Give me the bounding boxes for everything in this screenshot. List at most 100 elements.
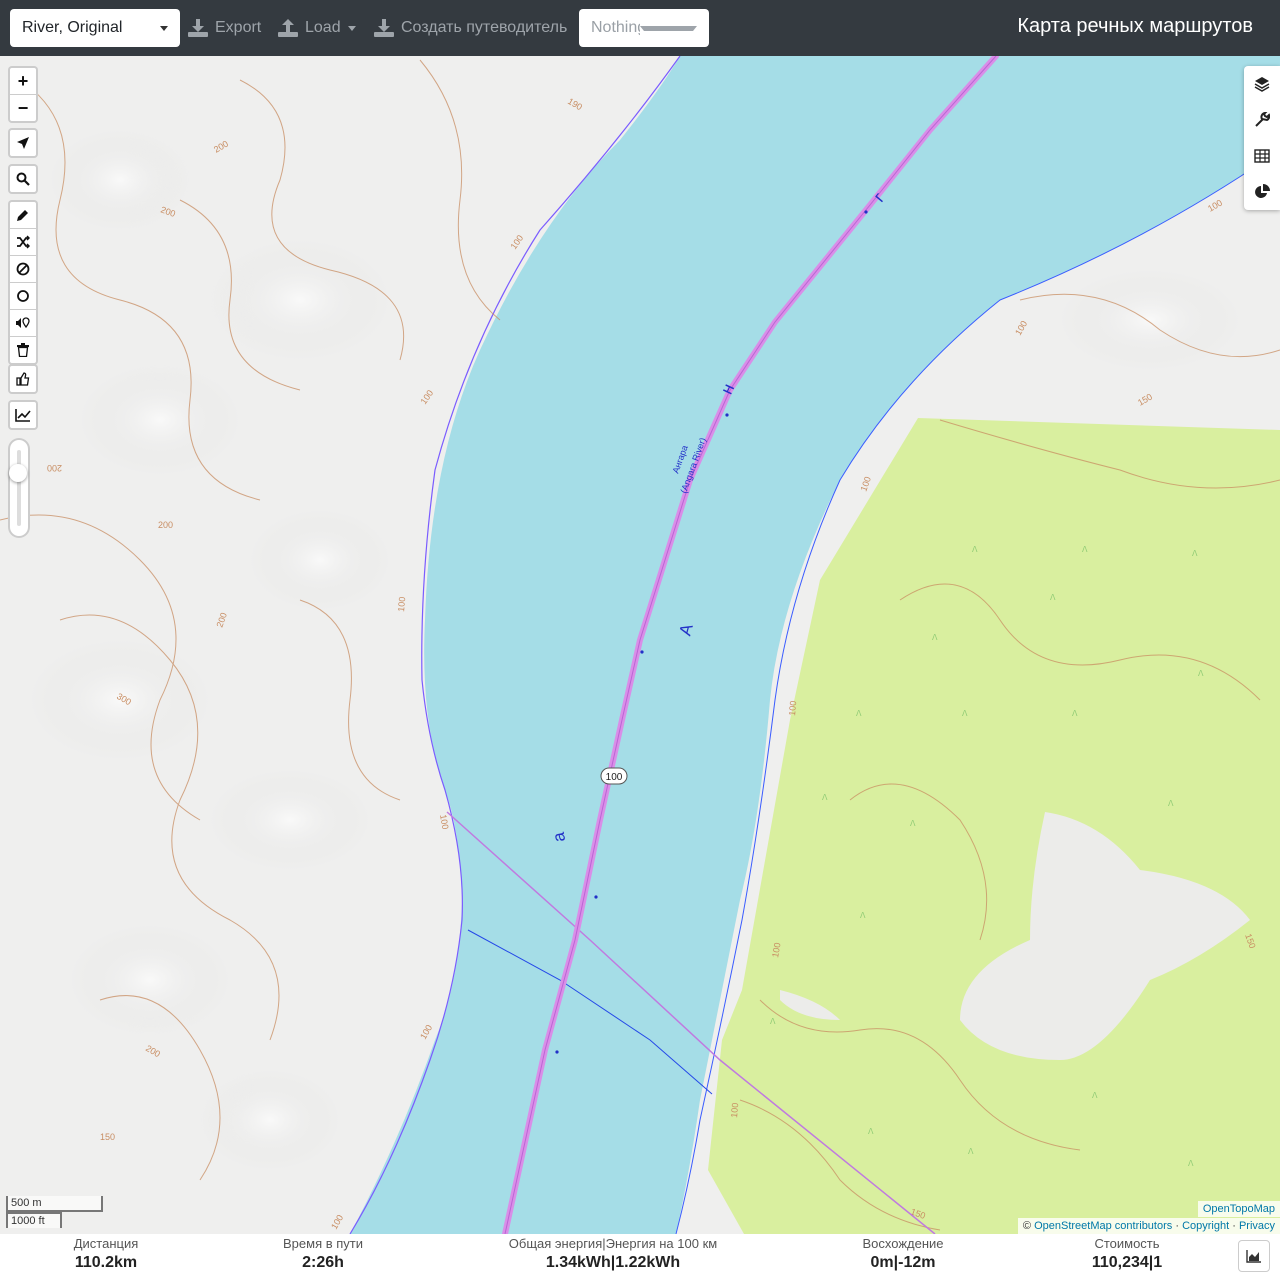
svg-text:ᐱ: ᐱ <box>1198 669 1204 678</box>
right-control-panel <box>1244 66 1280 210</box>
table-icon <box>1254 149 1270 163</box>
chart-line-icon <box>15 409 31 422</box>
stat-time: Время в пути 2:26h <box>268 1234 378 1272</box>
stat-ascent-value: 0m|-12m <box>870 1254 936 1271</box>
elevation-control <box>8 400 38 430</box>
create-guide-button[interactable]: Создать путеводитель <box>374 14 567 42</box>
svg-text:ᐱ: ᐱ <box>856 709 862 718</box>
delete-route-button[interactable] <box>10 337 36 363</box>
stat-distance-value: 110.2km <box>74 1254 138 1271</box>
thumb-icon <box>16 372 30 386</box>
stat-cost-value: 110,234|1 <box>1091 1254 1163 1271</box>
copyright-link[interactable]: Copyright <box>1182 1220 1229 1232</box>
tile-credit-link[interactable]: OpenTopoMap <box>1197 1201 1280 1217</box>
pie-chart-icon <box>1255 184 1270 198</box>
circle-icon <box>17 290 29 302</box>
route-shield-label: 100 <box>606 772 623 783</box>
forbidden-icon <box>16 262 30 276</box>
attribution-separator: · <box>1175 1220 1179 1232</box>
area-chart-icon <box>1246 1250 1261 1263</box>
svg-text:ᐱ: ᐱ <box>860 911 866 920</box>
svg-text:ᐱ: ᐱ <box>962 709 968 718</box>
profile-select[interactable]: River, Original <box>10 9 180 47</box>
stat-distance-label: Дистанция <box>73 1236 139 1251</box>
svg-text:ᐱ: ᐱ <box>1072 709 1078 718</box>
route-shield: 100 <box>600 767 628 785</box>
stat-time-value: 2:26h <box>302 1254 344 1271</box>
contour-label: 150 <box>100 1132 115 1142</box>
contour-label: 200 <box>158 520 173 530</box>
privacy-link[interactable]: Privacy <box>1239 1220 1275 1232</box>
load-button[interactable]: Load <box>278 14 356 42</box>
svg-text:ᐱ: ᐱ <box>932 633 938 642</box>
map-view[interactable]: 190 200 200 100 100 200 200 100 200 300 … <box>0 56 1280 1234</box>
zoom-control: + − <box>8 66 38 123</box>
map-attribution: © OpenStreetMap contributors · Copyright… <box>1017 1218 1280 1234</box>
chevron-down-icon <box>640 25 697 31</box>
svg-text:ᐱ: ᐱ <box>1082 545 1088 554</box>
locate-control <box>8 128 38 158</box>
attribution-separator: · <box>1232 1220 1236 1232</box>
create-guide-label: Создать путеводитель <box>401 19 568 36</box>
filter-select-placeholder: Nothing selected <box>591 19 640 36</box>
osm-contributors-link[interactable]: OpenStreetMap contributors <box>1034 1220 1172 1232</box>
analysis-button[interactable] <box>1244 174 1280 210</box>
locate-button[interactable] <box>10 130 36 156</box>
contour-label: 100 <box>396 596 407 612</box>
svg-text:ᐱ: ᐱ <box>1168 799 1174 808</box>
shuffle-icon <box>17 235 30 249</box>
stat-energy: Общая энергия|Энергия на 100 км 1.34kWh|… <box>493 1234 733 1272</box>
circle-tool-button[interactable] <box>10 283 36 310</box>
contour-label: 100 <box>787 700 798 716</box>
opacity-slider-handle[interactable] <box>9 464 27 482</box>
layers-icon <box>1254 77 1270 92</box>
nogo-area-button[interactable] <box>10 256 36 283</box>
svg-text:ᐱ: ᐱ <box>910 819 916 828</box>
data-table-button[interactable] <box>1244 138 1280 174</box>
svg-text:ᐱ: ᐱ <box>972 545 978 554</box>
contour-label: 200 <box>47 463 62 473</box>
download-icon <box>188 19 208 37</box>
contour-label: 100 <box>729 1102 740 1118</box>
wrench-icon <box>1255 112 1270 127</box>
svg-text:ᐱ: ᐱ <box>1188 1159 1194 1168</box>
svg-text:ᐱ: ᐱ <box>822 793 828 802</box>
opacity-slider[interactable] <box>8 438 30 538</box>
svg-text:ᐱ: ᐱ <box>770 1017 776 1026</box>
trash-icon <box>17 343 29 357</box>
thumb-button[interactable] <box>10 366 36 392</box>
search-button[interactable] <box>10 166 36 192</box>
export-label: Export <box>215 19 262 36</box>
filter-select[interactable]: Nothing selected <box>579 9 709 47</box>
locate-icon <box>17 137 29 149</box>
draw-toolbar <box>8 200 38 365</box>
settings-button[interactable] <box>1244 102 1280 138</box>
pencil-icon <box>17 210 28 221</box>
upload-icon <box>278 19 298 37</box>
layers-button[interactable] <box>1244 66 1280 102</box>
brand-title: Карта речных маршрутов <box>1017 15 1253 37</box>
poi-sound-button[interactable] <box>10 310 36 337</box>
elevation-profile-button[interactable] <box>1238 1240 1270 1272</box>
search-control <box>8 164 38 194</box>
route-stats-bar: Дистанция 110.2km Время в пути 2:26h Общ… <box>0 1234 1280 1280</box>
elevation-chart-button[interactable] <box>10 402 36 428</box>
svg-text:ᐱ: ᐱ <box>1192 549 1198 558</box>
shuffle-button[interactable] <box>10 229 36 256</box>
zoom-out-button[interactable]: − <box>10 95 36 121</box>
svg-text:ᐱ: ᐱ <box>1092 1091 1098 1100</box>
stat-cost: Стоимость 110,234|1 <box>1072 1234 1182 1272</box>
draw-route-button[interactable] <box>10 202 36 229</box>
chevron-down-icon <box>347 25 356 31</box>
svg-text:ᐱ: ᐱ <box>868 1127 874 1136</box>
top-navbar: River, Original Export Load Создать путе… <box>0 0 1280 56</box>
stat-distance: Дистанция 110.2km <box>56 1234 156 1272</box>
profile-select-value: River, Original <box>22 19 123 36</box>
map-canvas[interactable]: 190 200 200 100 100 200 200 100 200 300 … <box>0 56 1280 1234</box>
load-label: Load <box>305 19 341 36</box>
zoom-in-button[interactable]: + <box>10 68 36 95</box>
stat-cost-label: Стоимость <box>1094 1236 1160 1251</box>
attribution-prefix: © <box>1022 1220 1032 1232</box>
stat-ascent: Восхождение 0m|-12m <box>843 1234 963 1272</box>
export-button[interactable]: Export <box>188 14 261 42</box>
